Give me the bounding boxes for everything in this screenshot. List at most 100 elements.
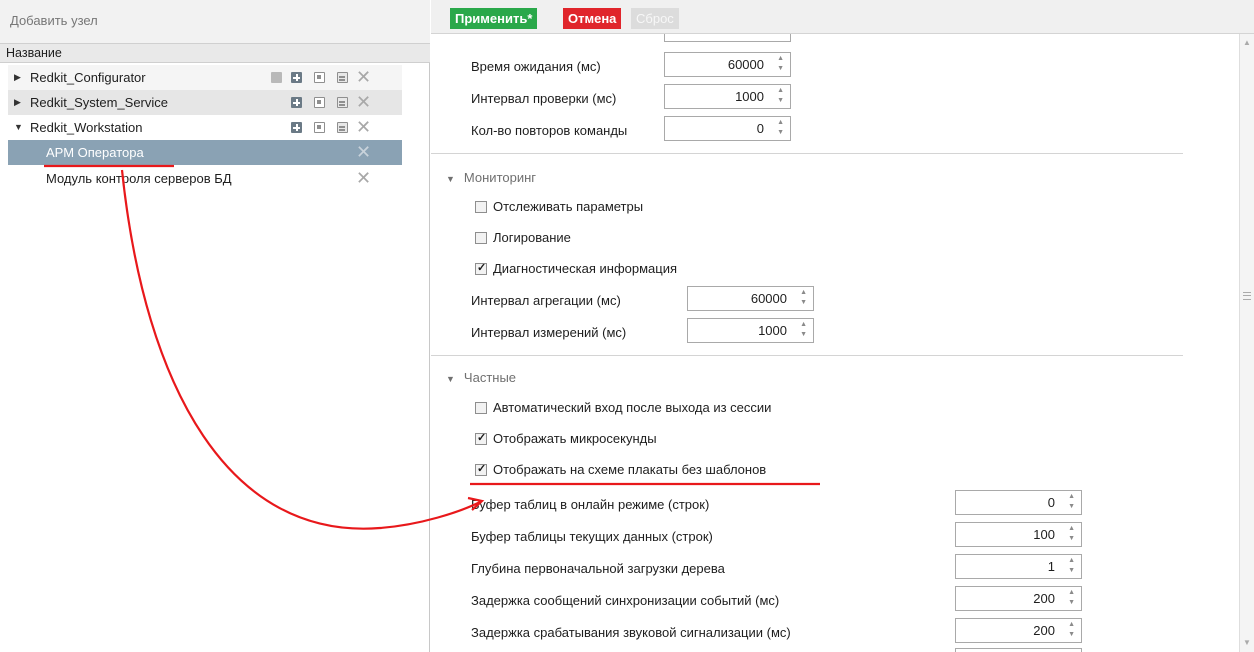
- export-icon[interactable]: [337, 97, 348, 108]
- export-icon[interactable]: [337, 72, 348, 83]
- reset-button[interactable]: Сброс: [631, 8, 679, 29]
- partial-spinner[interactable]: [955, 648, 1082, 652]
- spinner-value[interactable]: 1: [1048, 559, 1055, 574]
- tree-item-label: АРМ Оператора: [46, 145, 144, 160]
- checkbox-auto-login[interactable]: Автоматический вход после выхода из сесс…: [475, 400, 771, 415]
- settings-panel: Время ожидания (мс) 60000 ▲ ▼ Интервал про…: [431, 34, 1239, 652]
- collapse-arrow-icon[interactable]: ▼: [14, 115, 23, 140]
- delete-icon[interactable]: ✕: [356, 90, 371, 115]
- spinner-value[interactable]: 0: [1048, 495, 1055, 510]
- spinner-arrows-icon[interactable]: ▲ ▼: [800, 288, 807, 308]
- delete-icon[interactable]: ✕: [356, 140, 371, 165]
- checkbox-microseconds[interactable]: Отображать микросекунды: [475, 431, 657, 446]
- spinner-value[interactable]: 0: [757, 121, 764, 136]
- field-label: Интервал измерений (мс): [471, 325, 627, 340]
- checkbox-box[interactable]: [475, 261, 487, 275]
- checkbox-box[interactable]: [475, 462, 487, 476]
- divider: [431, 153, 1183, 154]
- spinner-arrows-icon[interactable]: ▲ ▼: [800, 320, 807, 340]
- export-icon[interactable]: [337, 122, 348, 133]
- add-node-label: Добавить узел: [10, 13, 98, 28]
- spinner-arrows-icon[interactable]: ▲ ▼: [1068, 524, 1075, 544]
- spinner-value[interactable]: 1000: [735, 89, 764, 104]
- tree-item-db-monitor-module[interactable]: Модуль контроля серверов БД ✕: [8, 166, 402, 191]
- checkbox-logging[interactable]: Логирование: [475, 230, 571, 245]
- checkbox-posters-no-templates[interactable]: Отображать на схеме плакаты без шаблонов: [475, 462, 766, 477]
- spinner-arrows-icon[interactable]: ▲ ▼: [777, 54, 784, 74]
- checkbox-diagnostics[interactable]: Диагностическая информация: [475, 261, 677, 276]
- retry-count-spinner[interactable]: 0 ▲ ▼: [664, 116, 791, 141]
- checkbox-label: Автоматический вход после выхода из сесс…: [493, 400, 772, 415]
- spinner-arrows-icon[interactable]: ▲ ▼: [1068, 588, 1075, 608]
- online-buffer-spinner[interactable]: 0 ▲ ▼: [955, 490, 1082, 515]
- add-child-icon[interactable]: [291, 122, 302, 133]
- checkbox-box[interactable]: [475, 201, 487, 213]
- toolbar: Применить* Отмена Сброс: [431, 0, 1254, 34]
- delete-icon[interactable]: ✕: [356, 115, 371, 140]
- spinner-arrows-icon[interactable]: ▲ ▼: [1068, 492, 1075, 512]
- right-pane: Применить* Отмена Сброс Время ожидания (…: [431, 0, 1254, 652]
- expand-arrow-icon[interactable]: ▶: [14, 90, 21, 115]
- spinner-value[interactable]: 100: [1033, 527, 1055, 542]
- scroll-down-icon[interactable]: ▼: [1243, 638, 1251, 647]
- tree-item-label: Redkit_System_Service: [30, 95, 168, 110]
- tree-header-name[interactable]: Название: [0, 44, 430, 63]
- sound-alarm-delay-spinner[interactable]: 200 ▲ ▼: [955, 618, 1082, 643]
- current-data-buffer-spinner[interactable]: 100 ▲ ▼: [955, 522, 1082, 547]
- field-label: Задержка срабатывания звуковой сигнализа…: [471, 625, 791, 640]
- vertical-scrollbar[interactable]: ▲ ▼: [1239, 34, 1254, 652]
- tree-item-redkit-configurator[interactable]: ▶ Redkit_Configurator ✕: [8, 65, 402, 90]
- add-child-icon[interactable]: [291, 72, 302, 83]
- checkbox-box[interactable]: [475, 402, 487, 414]
- divider: [431, 355, 1183, 356]
- section-title: Мониторинг: [463, 170, 537, 185]
- spinner-value[interactable]: 60000: [728, 57, 764, 72]
- apply-button[interactable]: Применить*: [450, 8, 538, 29]
- section-private[interactable]: ▼ Частные: [446, 370, 516, 385]
- checkbox-icon[interactable]: [271, 72, 282, 83]
- spinner-arrows-icon[interactable]: ▲ ▼: [1068, 620, 1075, 640]
- collapse-arrow-icon[interactable]: ▼: [446, 174, 455, 184]
- tree-item-redkit-system-service[interactable]: ▶ Redkit_System_Service ✕: [8, 90, 402, 115]
- measure-interval-spinner[interactable]: 1000 ▲ ▼: [687, 318, 814, 343]
- copy-icon[interactable]: [314, 72, 325, 83]
- checkbox-label: Отслеживать параметры: [493, 199, 644, 214]
- spinner-value[interactable]: 200: [1033, 591, 1055, 606]
- spinner-arrows-icon[interactable]: ▲ ▼: [777, 86, 784, 106]
- delete-icon[interactable]: ✕: [356, 65, 371, 90]
- tree-item-redkit-workstation[interactable]: ▼ Redkit_Workstation ✕: [8, 115, 402, 140]
- copy-icon[interactable]: [314, 122, 325, 133]
- spinner-value[interactable]: 200: [1033, 623, 1055, 638]
- expand-arrow-icon[interactable]: ▶: [14, 65, 21, 90]
- cancel-button[interactable]: Отмена: [563, 8, 622, 29]
- spinner-value[interactable]: 1000: [758, 323, 787, 338]
- checkbox-label: Отображать на схеме плакаты без шаблонов: [493, 462, 767, 477]
- scroll-thumb[interactable]: [1243, 292, 1251, 300]
- tree-item-label: Модуль контроля серверов БД: [46, 171, 232, 186]
- field-label: Задержка сообщений синхронизации событий…: [471, 593, 780, 608]
- section-monitoring[interactable]: ▼ Мониторинг: [446, 170, 536, 185]
- checkbox-box[interactable]: [475, 431, 487, 445]
- spinner-value[interactable]: 60000: [751, 291, 787, 306]
- scroll-up-icon[interactable]: ▲: [1243, 38, 1251, 47]
- sync-delay-spinner[interactable]: 200 ▲ ▼: [955, 586, 1082, 611]
- add-child-icon[interactable]: [291, 97, 302, 108]
- tree-item-arm-operator[interactable]: АРМ Оператора ✕: [8, 140, 402, 165]
- collapse-arrow-icon[interactable]: ▼: [446, 374, 455, 384]
- partial-spinner[interactable]: [664, 34, 791, 42]
- spinner-arrows-icon[interactable]: ▲ ▼: [1068, 556, 1075, 576]
- delete-icon[interactable]: ✕: [356, 166, 371, 191]
- checkbox-box[interactable]: [475, 232, 487, 244]
- aggregation-interval-spinner[interactable]: 60000 ▲ ▼: [687, 286, 814, 311]
- add-node-button[interactable]: Добавить узел: [0, 0, 430, 44]
- copy-icon[interactable]: [314, 97, 325, 108]
- field-label: Кол-во повторов команды: [471, 123, 628, 138]
- spinner-arrows-icon[interactable]: ▲ ▼: [777, 118, 784, 138]
- tree-depth-spinner[interactable]: 1 ▲ ▼: [955, 554, 1082, 579]
- checkbox-track-params[interactable]: Отслеживать параметры: [475, 199, 643, 214]
- section-title: Частные: [463, 370, 517, 385]
- checkbox-label: Диагностическая информация: [493, 261, 678, 276]
- timeout-spinner[interactable]: 60000 ▲ ▼: [664, 52, 791, 77]
- checkbox-label: Отображать микросекунды: [493, 431, 657, 446]
- check-interval-spinner[interactable]: 1000 ▲ ▼: [664, 84, 791, 109]
